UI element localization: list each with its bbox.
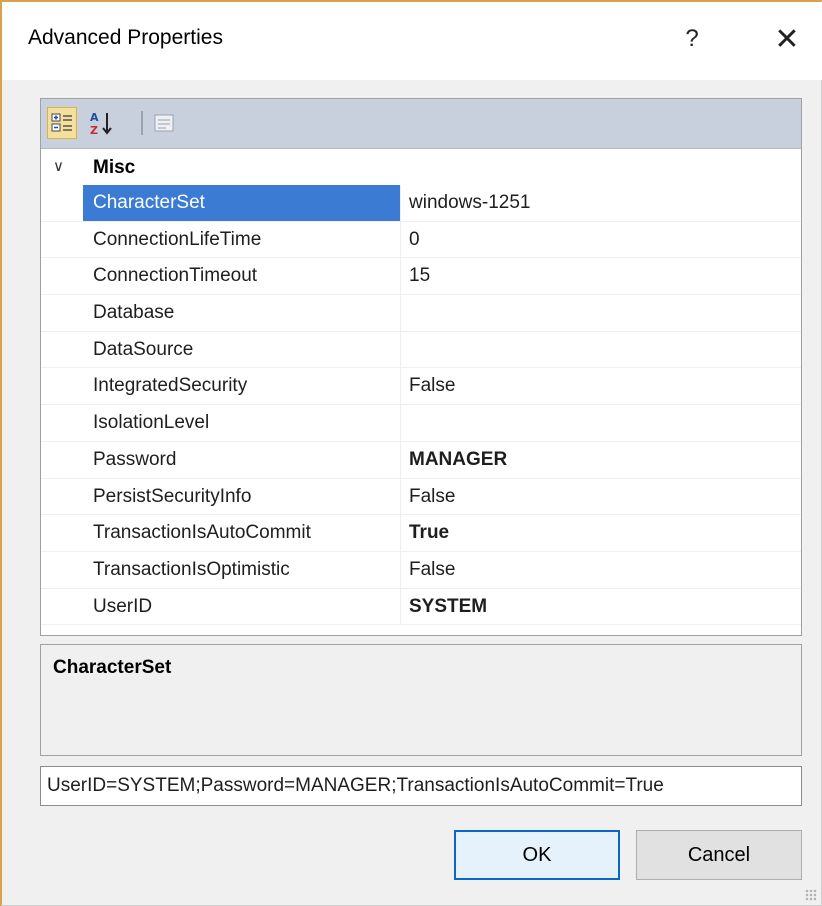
property-value[interactable]: False	[401, 479, 801, 515]
row-gutter	[41, 221, 83, 258]
advanced-properties-dialog: Advanced Properties ? ✕ A Z ∨ Misc Chara…	[0, 0, 822, 906]
property-value[interactable]: 15	[401, 258, 801, 294]
close-icon: ✕	[774, 22, 800, 56]
property-row-characterset[interactable]: CharacterSet windows-1251	[41, 185, 801, 222]
close-button[interactable]: ✕	[757, 16, 817, 62]
property-name[interactable]: IsolationLevel	[83, 405, 401, 441]
property-value[interactable]	[401, 405, 801, 441]
svg-text:A: A	[90, 111, 99, 124]
property-name[interactable]: CharacterSet	[83, 185, 401, 221]
category-label: Misc	[93, 157, 136, 178]
property-pages-button[interactable]	[149, 107, 179, 139]
help-icon: ?	[685, 25, 699, 52]
property-value[interactable]: False	[401, 552, 801, 588]
description-title: CharacterSet	[53, 657, 172, 678]
property-value[interactable]: False	[401, 368, 801, 404]
property-value[interactable]: True	[401, 515, 801, 551]
property-row-connectionlifetime[interactable]: ConnectionLifeTime 0	[41, 221, 801, 259]
property-pages-icon	[154, 114, 174, 132]
property-value[interactable]: SYSTEM	[401, 589, 801, 625]
property-value[interactable]	[401, 332, 801, 368]
ok-button[interactable]: OK	[454, 830, 620, 880]
property-name[interactable]: IntegratedSecurity	[83, 368, 401, 405]
row-gutter	[41, 331, 83, 368]
category-row-misc[interactable]: ∨ Misc	[41, 149, 801, 185]
property-grid: A Z ∨ Misc CharacterSet windows-1251 Con…	[40, 98, 802, 636]
row-gutter	[41, 478, 83, 515]
connection-string-field[interactable]: UserID=SYSTEM;Password=MANAGER;Transacti…	[40, 766, 802, 806]
row-gutter	[41, 515, 83, 551]
property-row-persistsecurityinfo[interactable]: PersistSecurityInfo False	[41, 478, 801, 516]
alphabetical-sort-icon: A Z	[90, 111, 112, 136]
property-rows: ∨ Misc CharacterSet windows-1251 Connect…	[41, 149, 801, 626]
property-row-database[interactable]: Database	[41, 295, 801, 332]
title-bar: Advanced Properties ? ✕	[2, 2, 822, 80]
property-grid-toolbar: A Z	[41, 99, 801, 149]
property-name[interactable]: PersistSecurityInfo	[83, 478, 401, 515]
property-name[interactable]: ConnectionLifeTime	[83, 221, 401, 258]
cancel-button[interactable]: Cancel	[636, 830, 802, 880]
property-row-userid[interactable]: UserID SYSTEM	[41, 588, 801, 626]
property-value[interactable]	[401, 295, 801, 331]
categorized-icon	[51, 113, 72, 132]
row-gutter	[41, 368, 83, 405]
categorized-button[interactable]	[47, 107, 77, 139]
property-row-transactionisautocommit[interactable]: TransactionIsAutoCommit True	[41, 515, 801, 552]
property-row-integratedsecurity[interactable]: IntegratedSecurity False	[41, 368, 801, 406]
property-name[interactable]: TransactionIsAutoCommit	[83, 515, 401, 551]
row-gutter	[41, 588, 83, 625]
property-name[interactable]: UserID	[83, 588, 401, 625]
property-row-datasource[interactable]: DataSource	[41, 331, 801, 369]
property-name[interactable]: TransactionIsOptimistic	[83, 551, 401, 588]
property-row-connectiontimeout[interactable]: ConnectionTimeout 15	[41, 258, 801, 296]
window-title: Advanced Properties	[28, 26, 223, 49]
alphabetical-button[interactable]: A Z	[87, 107, 117, 139]
property-value[interactable]: MANAGER	[401, 442, 801, 478]
row-gutter	[41, 185, 83, 221]
row-gutter	[41, 295, 83, 331]
property-name[interactable]: DataSource	[83, 331, 401, 368]
property-name[interactable]: Database	[83, 295, 401, 331]
resize-grip-icon[interactable]	[805, 889, 817, 901]
property-row-isolationlevel[interactable]: IsolationLevel	[41, 405, 801, 442]
property-value[interactable]: windows-1251	[401, 185, 801, 221]
property-value[interactable]: 0	[401, 222, 801, 258]
row-gutter	[41, 441, 83, 478]
property-name[interactable]: Password	[83, 441, 401, 478]
property-name[interactable]: ConnectionTimeout	[83, 258, 401, 295]
help-button[interactable]: ?	[662, 16, 722, 62]
property-row-password[interactable]: Password MANAGER	[41, 441, 801, 479]
row-gutter	[41, 551, 83, 588]
svg-text:Z: Z	[90, 124, 98, 136]
property-row-transactionisoptimistic[interactable]: TransactionIsOptimistic False	[41, 551, 801, 589]
chevron-down-icon[interactable]: ∨	[53, 157, 64, 175]
description-pane: CharacterSet	[40, 644, 802, 756]
row-gutter	[41, 405, 83, 441]
toolbar-separator	[141, 111, 143, 135]
row-gutter	[41, 258, 83, 295]
